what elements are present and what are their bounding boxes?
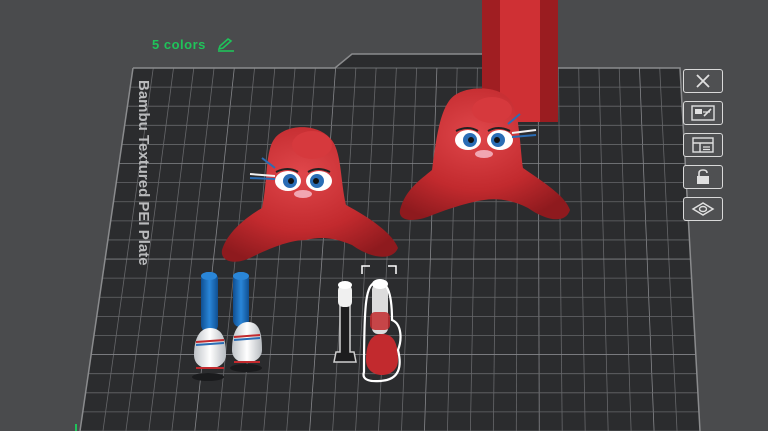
plate-name: Bambu Textured PEI Plate — [135, 80, 152, 266]
view-icon — [691, 202, 715, 216]
filament-colors-label: 5 colors — [152, 37, 206, 52]
pencil-icon — [217, 37, 234, 52]
close-icon — [696, 74, 710, 88]
plate-settings-icon — [692, 137, 714, 153]
3d-viewport[interactable]: Bambu Textured PEI Plate — [0, 0, 768, 431]
plate-settings-button[interactable] — [683, 133, 723, 157]
auto-arrange-button[interactable] — [683, 101, 723, 125]
lock-icon — [697, 169, 709, 184]
auto-arrange-icon — [691, 105, 715, 121]
close-plate-button[interactable] — [683, 69, 723, 93]
plate-toolbar — [683, 69, 727, 221]
filament-colors-button[interactable]: 5 colors — [152, 37, 236, 52]
lock-plate-button[interactable] — [683, 165, 723, 189]
view-plate-button[interactable] — [683, 197, 723, 221]
